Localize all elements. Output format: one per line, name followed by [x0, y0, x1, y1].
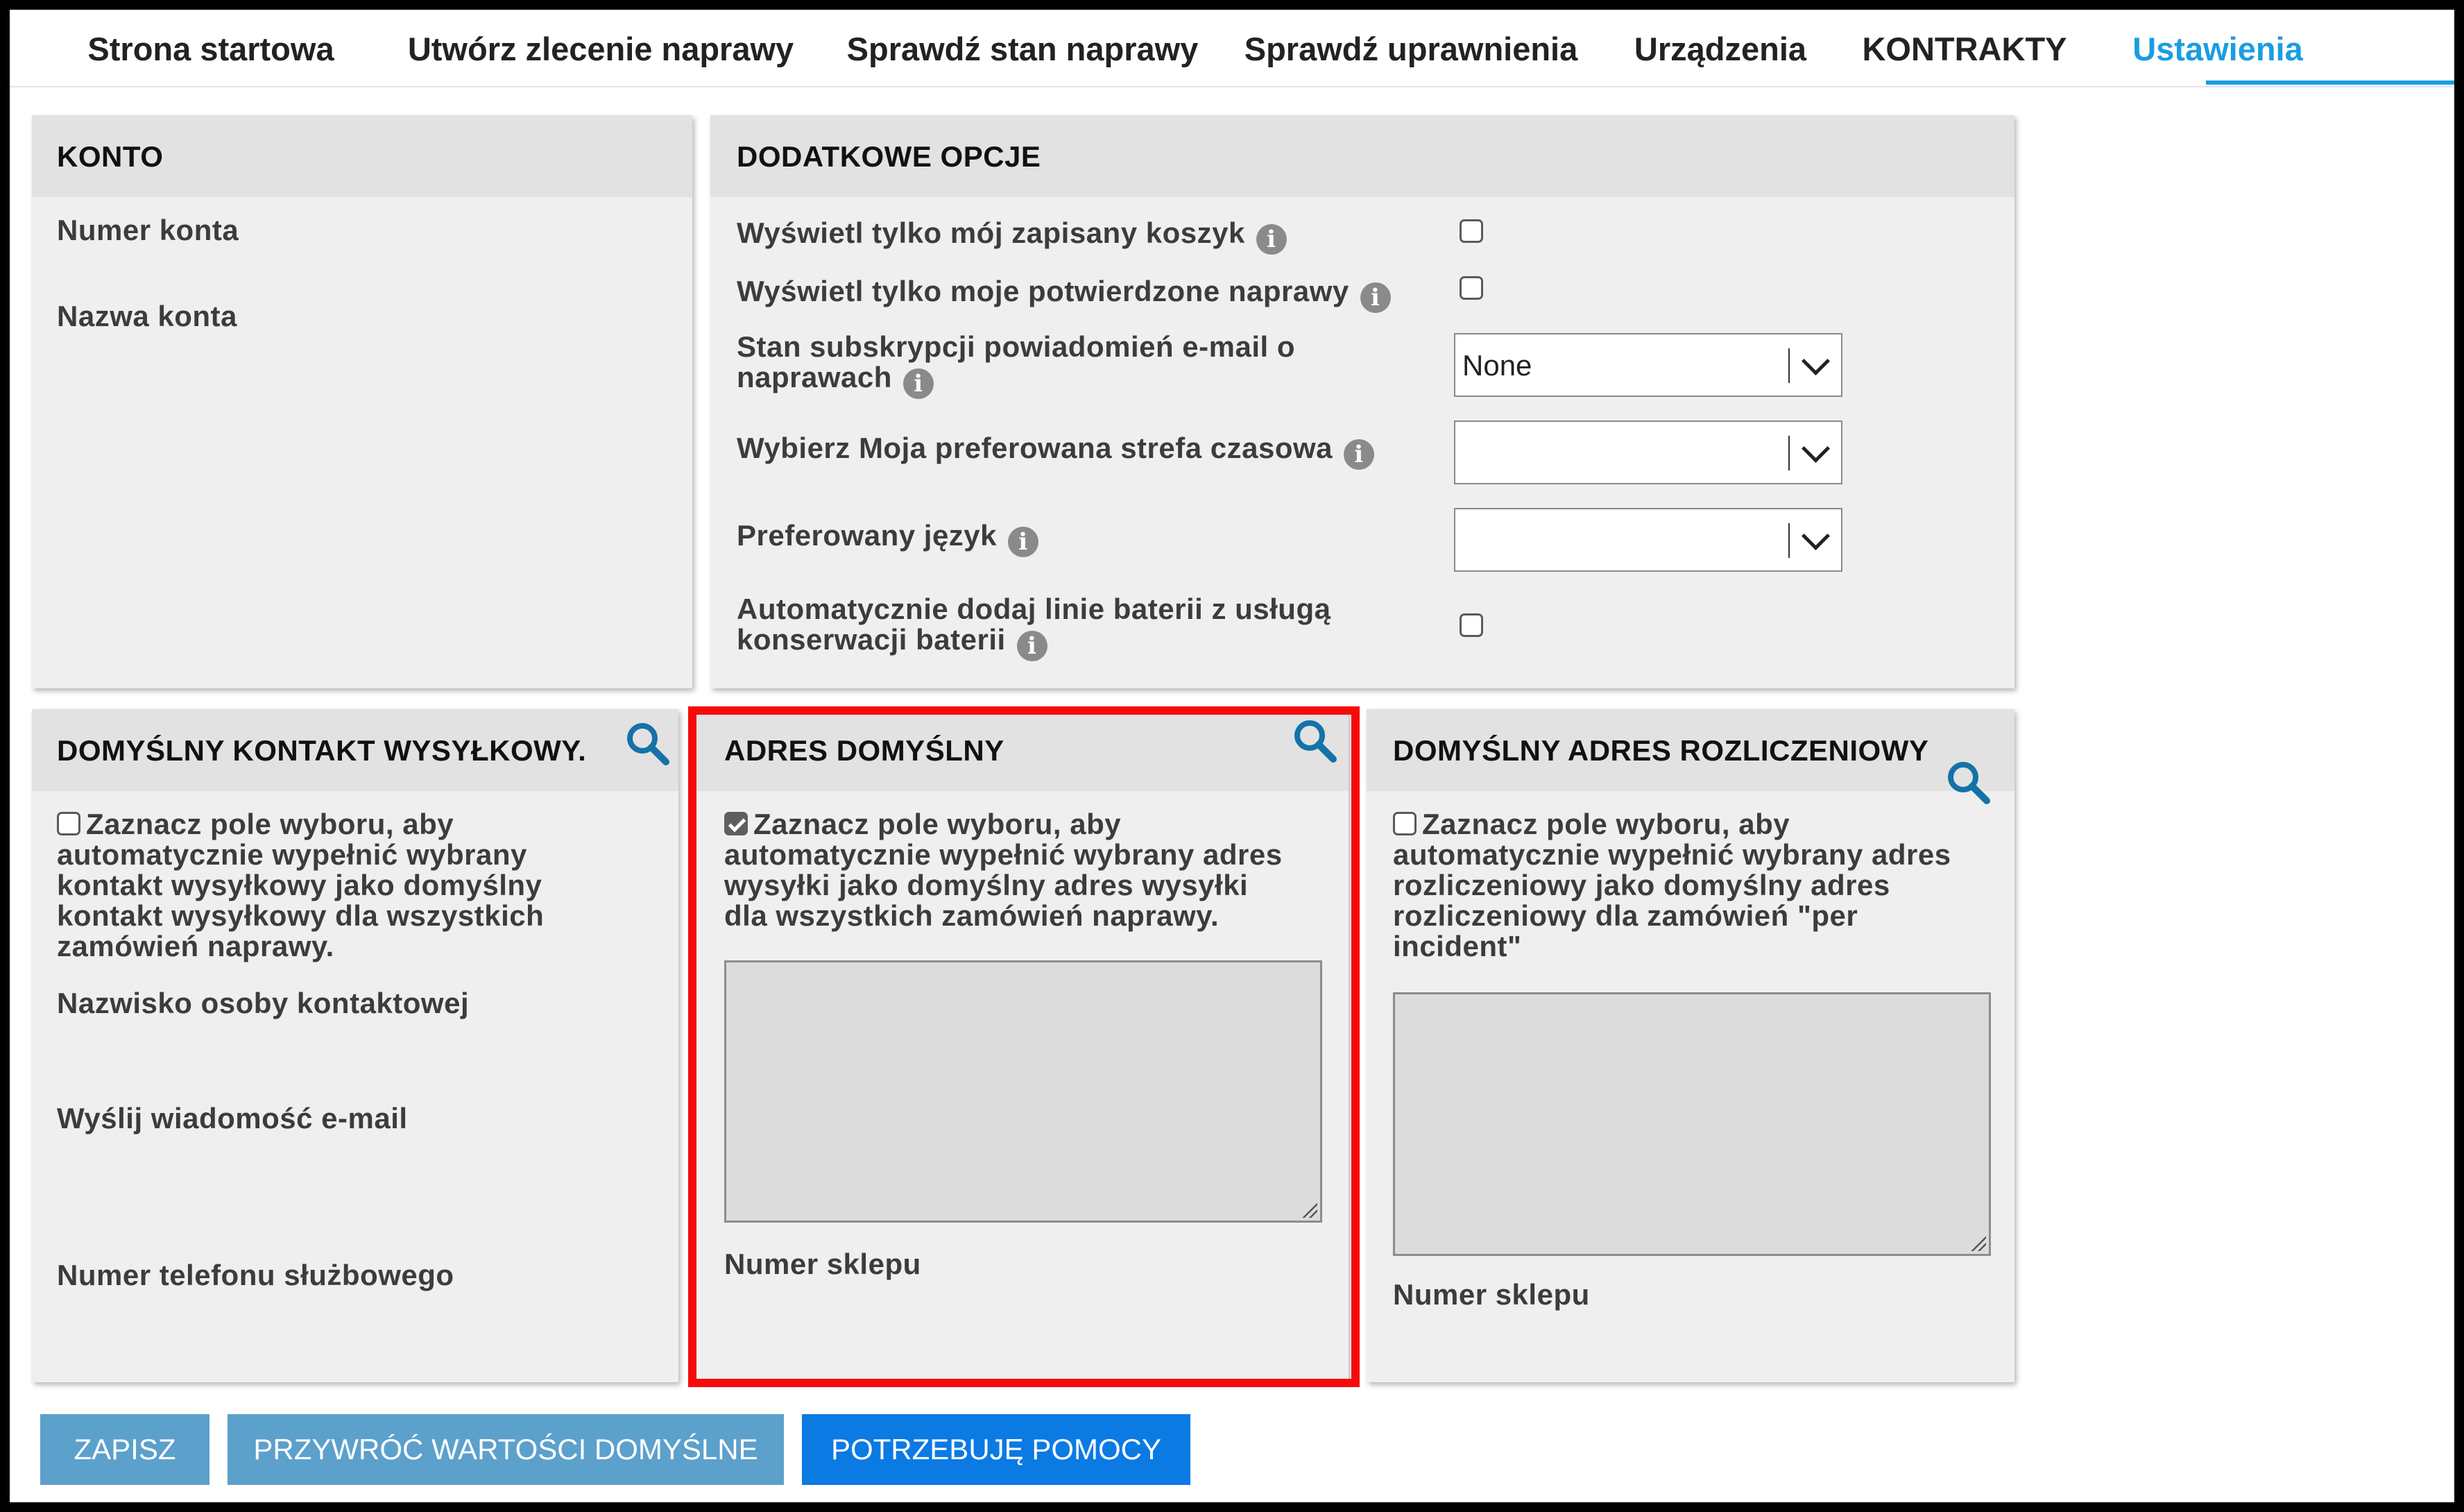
timezone-label: Wybierz Moja preferowana strefa czasowa [737, 432, 1333, 464]
shipping-contact-description: Zaznacz pole wyboru, aby automatycznie w… [57, 808, 545, 962]
nav-divider [10, 86, 2454, 87]
language-label: Preferowany język [737, 519, 998, 552]
language-select[interactable] [1454, 508, 1842, 572]
additional-options-title: DODATKOWE OPCJE [737, 140, 1041, 173]
tab-kontrakty[interactable]: KONTRAKTY [1847, 10, 2082, 86]
shipping-contact-title: DOMYŚLNY KONTAKT WYSYŁKOWY. [57, 734, 587, 767]
shipping-contact-panel: DOMYŚLNY KONTAKT WYSYŁKOWY. Zaznacz pole… [32, 709, 678, 1382]
save-button[interactable]: ZAPISZ [40, 1414, 209, 1485]
info-icon[interactable]: i [1008, 527, 1039, 557]
tab-utworz-zlecenie[interactable]: Utwórz zlecenie naprawy [386, 10, 816, 86]
contact-name-label: Nazwisko osoby kontaktowej [57, 987, 470, 1019]
billing-address-panel: DOMYŚLNY ADRES ROZLICZENIOWY Zaznacz pol… [1367, 709, 2014, 1382]
tab-sprawdz-stan[interactable]: Sprawdź stan naprawy [839, 10, 1206, 86]
store-number-label: Numer sklepu [1393, 1278, 1590, 1311]
search-icon[interactable] [1944, 758, 1992, 806]
search-icon[interactable] [623, 719, 671, 767]
info-icon[interactable]: i [902, 368, 934, 399]
timezone-select[interactable] [1454, 421, 1842, 484]
info-icon[interactable]: i [1016, 631, 1047, 661]
billing-address-title: DOMYŚLNY ADRES ROZLICZENIOWY [1393, 734, 1929, 767]
tab-ustawienia[interactable]: Ustawienia [2103, 10, 2332, 86]
additional-options-panel: DODATKOWE OPCJE Wyświetl tylko mój zapis… [710, 115, 2014, 688]
shipping-contact-checkbox[interactable] [57, 812, 80, 835]
send-email-label: Wyślij wiadomość e-mail [57, 1102, 408, 1135]
highlight-frame [688, 706, 1360, 1387]
info-icon[interactable]: i [1360, 282, 1391, 313]
additional-options-header: DODATKOWE OPCJE [710, 115, 2014, 197]
top-nav: Strona startowa Utwórz zlecenie naprawy … [10, 10, 2454, 86]
tab-sprawdz-uprawnienia[interactable]: Sprawdź uprawnienia [1229, 10, 1593, 86]
account-name-label: Nazwa konta [57, 300, 237, 332]
restore-defaults-button[interactable]: PRZYWRÓĆ WARTOŚCI DOMYŚLNE [228, 1414, 784, 1485]
tab-strona-startowa[interactable]: Strona startowa [60, 10, 362, 86]
shipping-contact-header: DOMYŚLNY KONTAKT WYSYŁKOWY. [32, 709, 678, 791]
chevron-down-icon [1801, 521, 1831, 551]
billing-address-textarea[interactable] [1393, 992, 1991, 1256]
tab-urzadzenia[interactable]: Urządzenia [1618, 10, 1823, 86]
saved-cart-row: Wyświetl tylko mój zapisany koszyk i [737, 216, 1287, 255]
account-panel-title: KONTO [57, 140, 164, 173]
language-row: Preferowany język i [737, 519, 1039, 557]
account-panel-header: KONTO [32, 115, 692, 197]
select-separator [1788, 436, 1790, 470]
billing-address-description: Zaznacz pole wyboru, aby automatycznie w… [1393, 808, 1951, 962]
saved-cart-label: Wyświetl tylko mój zapisany koszyk [737, 216, 1245, 249]
confirmed-repairs-row: Wyświetl tylko moje potwierdzone naprawy… [737, 275, 1391, 313]
work-phone-label: Numer telefonu służbowego [57, 1259, 454, 1291]
battery-checkbox[interactable] [1460, 613, 1483, 637]
email-subscription-select[interactable]: None [1454, 333, 1842, 397]
billing-address-checkbox[interactable] [1393, 812, 1417, 835]
timezone-row: Wybierz Moja preferowana strefa czasowa i [737, 432, 1375, 470]
saved-cart-checkbox[interactable] [1460, 219, 1483, 243]
confirmed-repairs-checkbox[interactable] [1460, 276, 1483, 300]
account-panel: KONTO Numer konta Nazwa konta [32, 115, 692, 688]
billing-address-header: DOMYŚLNY ADRES ROZLICZENIOWY [1367, 709, 2014, 791]
select-separator [1788, 348, 1790, 383]
resize-grip-icon[interactable] [1969, 1234, 1986, 1251]
need-help-button[interactable]: POTRZEBUJĘ POMOCY [802, 1414, 1190, 1485]
account-number-label: Numer konta [57, 214, 239, 246]
email-subscription-label: Stan subskrypcji powiadomień e-mail o na… [737, 330, 1296, 399]
info-icon[interactable]: i [1256, 224, 1287, 255]
select-separator [1788, 523, 1790, 558]
chevron-down-icon [1801, 346, 1831, 376]
confirmed-repairs-label: Wyświetl tylko moje potwierdzone naprawy [737, 275, 1349, 307]
active-tab-underline [2206, 80, 2454, 85]
chevron-down-icon [1801, 434, 1831, 464]
battery-label: Automatycznie dodaj linie baterii z usłu… [737, 593, 1331, 661]
info-icon[interactable]: i [1344, 439, 1375, 470]
page: Strona startowa Utwórz zlecenie naprawy … [0, 0, 2464, 1512]
email-subscription-value: None [1462, 349, 1532, 382]
